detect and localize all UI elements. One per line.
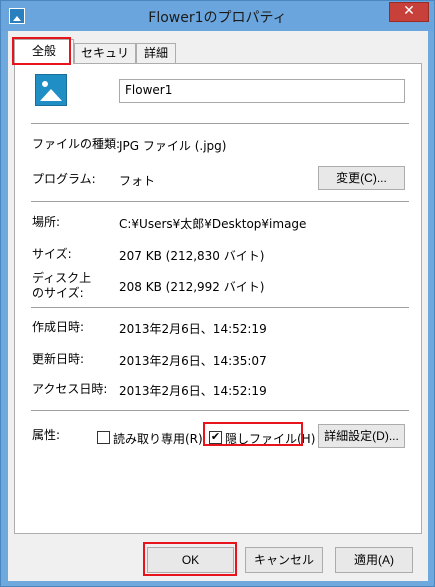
general-panel: Flower1 ファイルの種類: JPG ファイル (.jpg) プログラム: … xyxy=(14,63,422,534)
separator xyxy=(31,410,409,411)
file-type-label: ファイルの種類: xyxy=(32,137,121,151)
attributes-label: 属性: xyxy=(32,428,61,442)
cancel-button[interactable]: キャンセル xyxy=(245,547,323,573)
ok-button[interactable]: OK xyxy=(147,547,234,573)
disk-size-label-line1: ディスク上 xyxy=(32,271,92,285)
readonly-checkbox[interactable] xyxy=(97,431,110,444)
size-value: 207 KB (212,830 バイト) xyxy=(119,249,265,263)
file-type-value: JPG ファイル (.jpg) xyxy=(119,139,227,153)
accessed-value: 2013年2月6日、14:52:19 xyxy=(119,384,267,398)
program-label: プログラム: xyxy=(32,172,96,186)
window-title: Flower1のプロパティ xyxy=(148,10,287,26)
created-label: 作成日時: xyxy=(32,320,85,334)
title-bar[interactable]: Flower1のプロパティ ✕ xyxy=(1,1,434,31)
created-value: 2013年2月6日、14:52:19 xyxy=(119,322,267,336)
properties-window: Flower1のプロパティ ✕ 全般 セキュリティ 詳細 Flower1 ファイ… xyxy=(0,0,435,587)
accessed-label: アクセス日時: xyxy=(32,382,108,396)
modified-label: 更新日時: xyxy=(32,352,85,366)
image-file-icon xyxy=(35,74,67,106)
size-label: サイズ: xyxy=(32,247,72,261)
modified-value: 2013年2月6日、14:35:07 xyxy=(119,354,267,368)
separator xyxy=(31,123,409,124)
location-label: 場所: xyxy=(32,215,61,229)
readonly-label[interactable]: 読み取り専用(R) xyxy=(113,430,203,447)
file-name-input[interactable]: Flower1 xyxy=(119,79,405,103)
hidden-checkbox[interactable]: ✔ xyxy=(209,431,222,444)
change-button[interactable]: 変更(C)... xyxy=(318,166,405,190)
tab-security[interactable]: セキュリティ xyxy=(74,43,136,78)
separator xyxy=(31,307,409,308)
advanced-button[interactable]: 詳細設定(D)... xyxy=(318,424,405,448)
apply-button[interactable]: 適用(A) xyxy=(335,547,413,573)
tab-general[interactable]: 全般 xyxy=(14,39,74,64)
dialog-client-area: 全般 セキュリティ 詳細 Flower1 ファイルの種類: JPG ファイル (… xyxy=(8,31,428,581)
close-button[interactable]: ✕ xyxy=(389,2,429,22)
disk-size-value: 208 KB (212,992 バイト) xyxy=(119,280,265,294)
separator xyxy=(31,201,409,202)
disk-size-label-line2: のサイズ: xyxy=(32,286,84,300)
program-value: フォト xyxy=(119,174,156,188)
hidden-label[interactable]: 隠しファイル(H) xyxy=(225,430,315,447)
tab-details[interactable]: 詳細 xyxy=(136,43,176,63)
location-value: C:¥Users¥太郎¥Desktop¥image xyxy=(119,217,307,231)
